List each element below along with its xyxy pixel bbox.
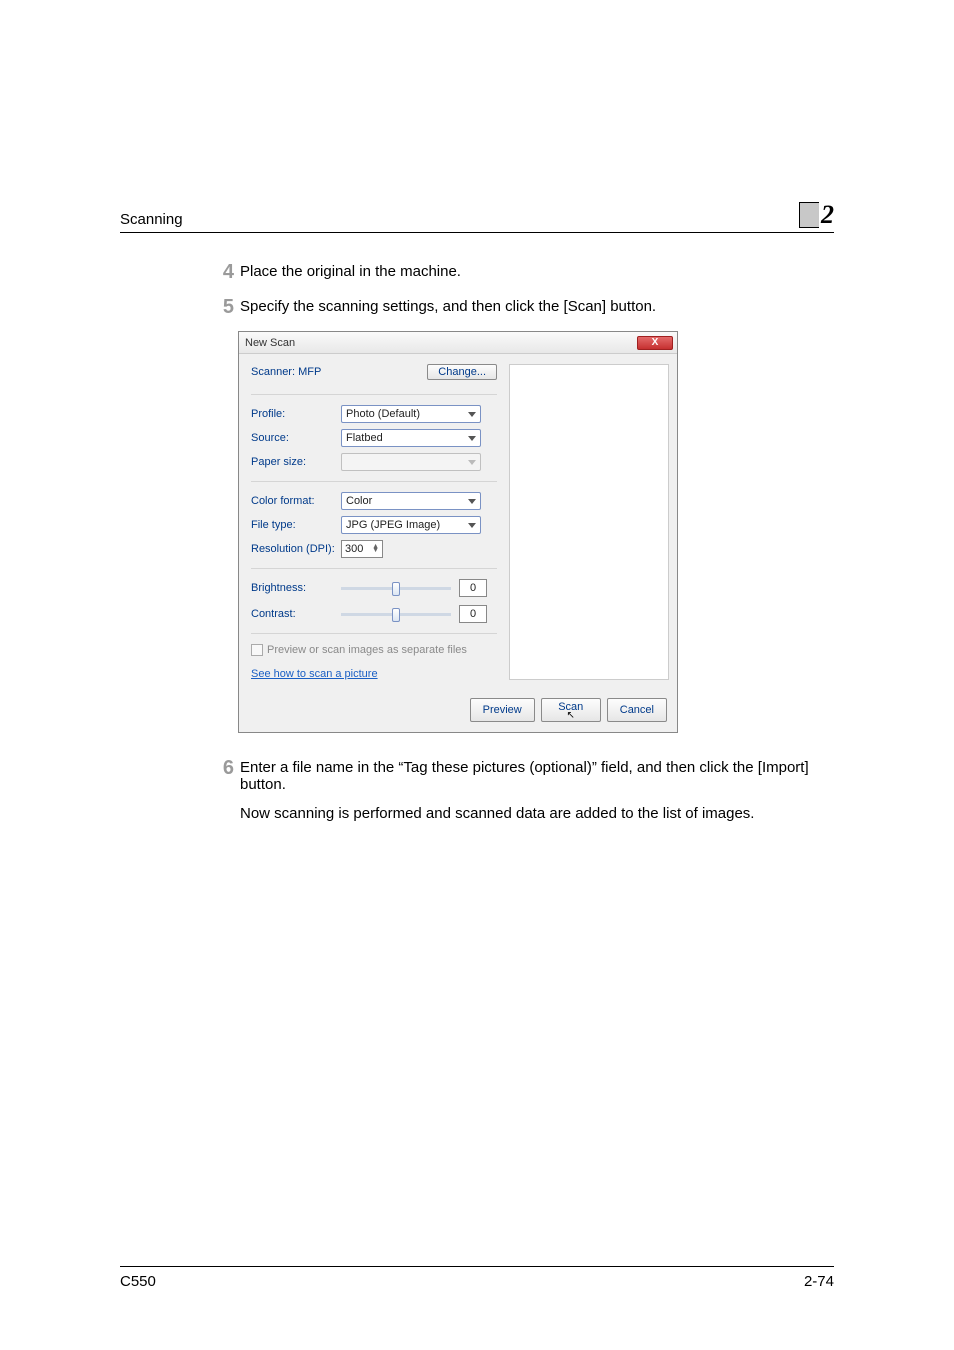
resolution-label: Resolution (DPI): bbox=[251, 543, 341, 555]
brightness-label: Brightness: bbox=[251, 582, 341, 594]
scan-button[interactable]: Scan ↖ bbox=[541, 698, 601, 722]
papersize-dropdown bbox=[341, 453, 481, 471]
preview-area bbox=[509, 364, 669, 680]
new-scan-dialog: New Scan X Scanner: MFP Change... Profil… bbox=[238, 331, 678, 733]
close-icon[interactable]: X bbox=[637, 336, 673, 350]
chapter-chip: 2 bbox=[799, 200, 834, 228]
followup-text: Now scanning is performed and scanned da… bbox=[240, 805, 834, 822]
profile-label: Profile: bbox=[251, 408, 341, 420]
chevron-down-icon bbox=[468, 460, 476, 465]
cancel-button[interactable]: Cancel bbox=[607, 698, 667, 722]
step-text: Specify the scanning settings, and then … bbox=[240, 296, 656, 319]
source-label: Source: bbox=[251, 432, 341, 444]
step-list: 4 Place the original in the machine. 5 S… bbox=[210, 261, 834, 319]
filetype-dropdown[interactable]: JPG (JPEG Image) bbox=[341, 516, 481, 534]
chapter-number: 2 bbox=[819, 202, 834, 228]
dialog-titlebar[interactable]: New Scan X bbox=[239, 332, 677, 354]
spinner-arrows-icon: ▲▼ bbox=[372, 545, 379, 553]
chapter-chip-shade bbox=[799, 202, 819, 228]
brightness-value[interactable]: 0 bbox=[459, 579, 487, 597]
colorformat-label: Color format: bbox=[251, 495, 341, 507]
step: 5 Specify the scanning settings, and the… bbox=[210, 296, 834, 319]
source-value: Flatbed bbox=[346, 432, 383, 444]
colorformat-value: Color bbox=[346, 495, 372, 507]
filetype-label: File type: bbox=[251, 519, 341, 531]
slider-thumb-icon bbox=[392, 608, 400, 622]
footer-right: 2-74 bbox=[804, 1273, 834, 1290]
profile-value: Photo (Default) bbox=[346, 408, 420, 420]
step-number: 4 bbox=[210, 261, 240, 284]
slider-thumb-icon bbox=[392, 582, 400, 596]
change-scanner-button[interactable]: Change... bbox=[427, 364, 497, 380]
separate-files-label: Preview or scan images as separate files bbox=[267, 644, 467, 656]
resolution-spinner[interactable]: 300 ▲▼ bbox=[341, 540, 383, 558]
filetype-value: JPG (JPEG Image) bbox=[346, 519, 440, 531]
chevron-down-icon bbox=[468, 499, 476, 504]
papersize-label: Paper size: bbox=[251, 456, 341, 468]
contrast-label: Contrast: bbox=[251, 608, 341, 620]
dialog-title: New Scan bbox=[245, 337, 295, 349]
step-text: Enter a file name in the “Tag these pict… bbox=[240, 757, 834, 793]
colorformat-dropdown[interactable]: Color bbox=[341, 492, 481, 510]
resolution-value: 300 bbox=[345, 543, 363, 555]
contrast-slider[interactable] bbox=[341, 613, 451, 616]
brightness-slider[interactable] bbox=[341, 587, 451, 590]
scanner-label: Scanner: MFP bbox=[251, 366, 341, 378]
preview-button[interactable]: Preview bbox=[470, 698, 535, 722]
chevron-down-icon bbox=[468, 412, 476, 417]
cursor-icon: ↖ bbox=[554, 713, 588, 719]
help-link[interactable]: See how to scan a picture bbox=[251, 668, 378, 680]
footer-left: C550 bbox=[120, 1273, 156, 1290]
step-number: 5 bbox=[210, 296, 240, 319]
step-list-continued: 6 Enter a file name in the “Tag these pi… bbox=[210, 757, 834, 793]
page-header: Scanning 2 bbox=[120, 200, 834, 233]
profile-dropdown[interactable]: Photo (Default) bbox=[341, 405, 481, 423]
page-footer: C550 2-74 bbox=[120, 1266, 834, 1290]
chevron-down-icon bbox=[468, 523, 476, 528]
section-name: Scanning bbox=[120, 211, 799, 228]
step-text: Place the original in the machine. bbox=[240, 261, 461, 284]
step: 6 Enter a file name in the “Tag these pi… bbox=[210, 757, 834, 793]
step-number: 6 bbox=[210, 757, 240, 793]
chevron-down-icon bbox=[468, 436, 476, 441]
step: 4 Place the original in the machine. bbox=[210, 261, 834, 284]
contrast-value[interactable]: 0 bbox=[459, 605, 487, 623]
separate-files-checkbox bbox=[251, 644, 263, 656]
source-dropdown[interactable]: Flatbed bbox=[341, 429, 481, 447]
